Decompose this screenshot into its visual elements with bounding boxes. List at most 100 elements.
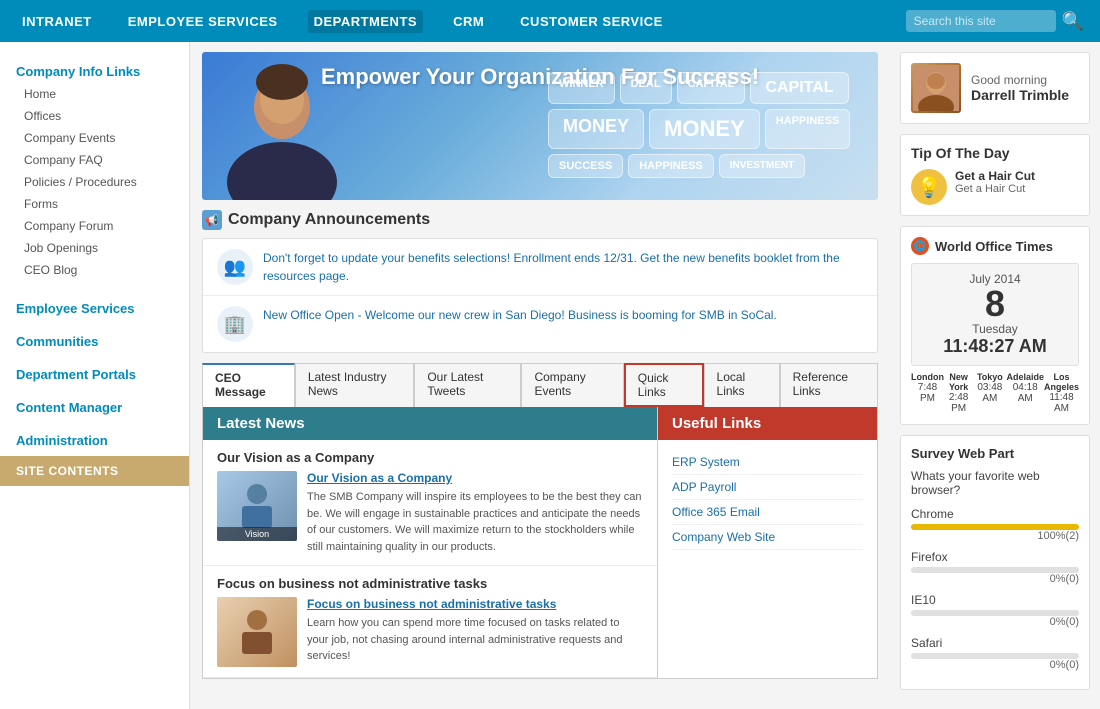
announcements-header: 📢 Company Announcements <box>202 210 878 230</box>
sidebar-company-info[interactable]: Company Info Links <box>0 54 189 83</box>
sidebar-department-portals[interactable]: Department Portals <box>0 357 189 386</box>
tab-tweets[interactable]: Our Latest Tweets <box>414 363 521 407</box>
survey-item-firefox: Firefox 0%(0) <box>911 550 1079 585</box>
profile-name: Darrell Trimble <box>971 87 1069 103</box>
banner-box-winner: WINNER <box>548 72 615 104</box>
sidebar-item-policies[interactable]: Policies / Procedures <box>0 171 189 193</box>
world-times-header: 🌐 World Office Times <box>911 237 1079 255</box>
survey-pct-safari: 0%(0) <box>911 659 1079 671</box>
banner-person <box>202 52 362 200</box>
news-img-focus <box>217 597 297 667</box>
announce-link-benefits[interactable]: Don't forget to update your benefits sel… <box>263 251 840 283</box>
main-content: Empower Your Organization For Success! W… <box>190 42 890 709</box>
survey-question: Whats your favorite web browser? <box>911 469 1079 497</box>
useful-link-adp[interactable]: ADP Payroll <box>672 475 863 500</box>
sidebar-item-company-faq[interactable]: Company FAQ <box>0 149 189 171</box>
sidebar-item-jobs[interactable]: Job Openings <box>0 237 189 259</box>
page-layout: Company Info Links Home Offices Company … <box>0 42 1100 709</box>
announce-icon-office: 🏢 <box>217 306 253 342</box>
announce-link-office[interactable]: New Office Open - Welcome our new crew i… <box>263 308 777 322</box>
news-title-focus: Focus on business not administrative tas… <box>217 576 643 591</box>
banner-box-happiness2: HAPPINESS <box>628 154 714 178</box>
tip-item-body: Get a Hair Cut <box>955 183 1035 195</box>
news-text-vision: Our Vision as a Company The SMB Company … <box>307 471 643 555</box>
useful-link-website[interactable]: Company Web Site <box>672 525 863 550</box>
nav-intranet[interactable]: INTRANET <box>16 10 98 33</box>
tabs-bar: CEO Message Latest Industry News Our Lat… <box>202 363 878 407</box>
sidebar-site-contents[interactable]: SITE CONTENTS <box>0 456 189 486</box>
banner-box-happiness1: HAPPINESS <box>765 109 851 149</box>
tab-quick-links[interactable]: Quick Links <box>624 363 704 407</box>
announcements-icon: 📢 <box>202 210 222 230</box>
profile-greeting: Good morning <box>971 73 1069 87</box>
nav-crm[interactable]: CRM <box>447 10 490 33</box>
tab-content: Latest News Our Vision as a Company Visi… <box>202 407 878 679</box>
tip-item-title: Get a Hair Cut <box>955 169 1035 183</box>
avatar <box>911 63 961 113</box>
tip-title: Tip Of The Day <box>911 145 1079 161</box>
search-area: 🔍 <box>906 10 1084 32</box>
banner-box-capital2: CAPITAL <box>750 72 848 104</box>
nav-employee-services[interactable]: EMPLOYEE SERVICES <box>122 10 284 33</box>
nav-customer-service[interactable]: CUSTOMER SERVICE <box>514 10 669 33</box>
clock-display: July 2014 8 Tuesday 11:48:27 AM <box>911 263 1079 366</box>
city-newyork: NewYork 2:48 PM <box>944 372 973 414</box>
search-input[interactable] <box>906 10 1056 32</box>
sidebar-item-forum[interactable]: Company Forum <box>0 215 189 237</box>
sidebar-administration[interactable]: Administration <box>0 423 189 452</box>
news-body-focus: Focus on business not administrative tas… <box>217 597 643 667</box>
news-img-placeholder-focus <box>217 597 297 667</box>
banner-box-capital1: CAPITAL <box>677 72 746 104</box>
tab-latest-news[interactable]: Latest Industry News <box>295 363 415 407</box>
sidebar-item-home[interactable]: Home <box>0 83 189 105</box>
useful-link-erp[interactable]: ERP System <box>672 450 863 475</box>
survey-pct-ie10: 0%(0) <box>911 616 1079 628</box>
world-icon: 🌐 <box>911 237 929 255</box>
tip-card: Tip Of The Day 💡 Get a Hair Cut Get a Ha… <box>900 134 1090 216</box>
news-img-vision: Vision <box>217 471 297 541</box>
right-panel: Good morning Darrell Trimble Tip Of The … <box>890 42 1100 709</box>
announce-icon-benefits: 👥 <box>217 249 253 285</box>
news-body-vision: Vision Our Vision as a Company The SMB C… <box>217 471 643 555</box>
banner-box-money2: MONEY <box>649 109 760 149</box>
tab-local-links[interactable]: Local Links <box>704 363 780 407</box>
sidebar-employee-services[interactable]: Employee Services <box>0 291 189 320</box>
news-link-vision[interactable]: Our Vision as a Company <box>307 471 643 485</box>
sidebar-item-forms[interactable]: Forms <box>0 193 189 215</box>
news-item-focus: Focus on business not administrative tas… <box>203 566 657 678</box>
city-losangeles: LosAngeles 11:48 AM <box>1044 372 1079 414</box>
city-london: London 7:48 PM <box>911 372 944 414</box>
sidebar: Company Info Links Home Offices Company … <box>0 42 190 709</box>
announcements-list: 👥 Don't forget to update your benefits s… <box>202 238 878 353</box>
tab-reference-links[interactable]: Reference Links <box>780 363 878 407</box>
banner-box-investment: INVESTMENT <box>719 154 805 178</box>
sidebar-content-manager[interactable]: Content Manager <box>0 390 189 419</box>
tip-text: Get a Hair Cut Get a Hair Cut <box>955 169 1035 195</box>
useful-link-office365[interactable]: Office 365 Email <box>672 500 863 525</box>
sidebar-item-company-events[interactable]: Company Events <box>0 127 189 149</box>
clock-time: 11:48:27 AM <box>920 336 1070 357</box>
tab-left-panel: Latest News Our Vision as a Company Visi… <box>202 407 658 679</box>
search-button[interactable]: 🔍 <box>1062 11 1084 32</box>
survey-item-ie10: IE10 0%(0) <box>911 593 1079 628</box>
world-times-title: World Office Times <box>935 239 1053 254</box>
top-navigation: INTRANET EMPLOYEE SERVICES DEPARTMENTS C… <box>0 0 1100 42</box>
survey-card: Survey Web Part Whats your favorite web … <box>900 435 1090 690</box>
tab-company-events[interactable]: Company Events <box>521 363 623 407</box>
survey-pct-chrome: 100%(2) <box>911 530 1079 542</box>
news-body-text-focus: Learn how you can spend more time focuse… <box>307 615 643 665</box>
tip-content: 💡 Get a Hair Cut Get a Hair Cut <box>911 169 1079 205</box>
sidebar-item-offices[interactable]: Offices <box>0 105 189 127</box>
nav-departments[interactable]: DEPARTMENTS <box>308 10 423 33</box>
news-link-focus[interactable]: Focus on business not administrative tas… <box>307 597 643 611</box>
news-title-vision: Our Vision as a Company <box>217 450 643 465</box>
sidebar-communities[interactable]: Communities <box>0 324 189 353</box>
profile-card: Good morning Darrell Trimble <box>900 52 1090 124</box>
banner-box-money1: MONEY <box>548 109 644 149</box>
tab-ceo-message[interactable]: CEO Message <box>202 363 295 407</box>
survey-pct-firefox: 0%(0) <box>911 573 1079 585</box>
sidebar-item-ceo-blog[interactable]: CEO Blog <box>0 259 189 281</box>
news-img-label-vision: Vision <box>217 527 297 541</box>
announce-text-office: New Office Open - Welcome our new crew i… <box>263 306 777 324</box>
banner-box-success: SUCCESS <box>548 154 623 178</box>
